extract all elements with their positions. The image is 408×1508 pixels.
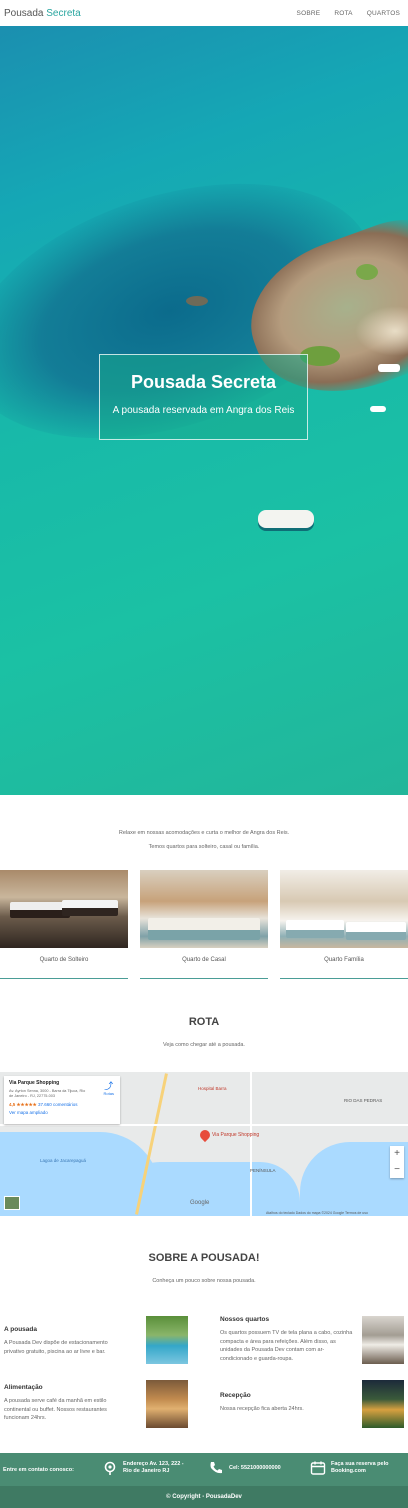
contact-label: Entre em contato conosco: bbox=[3, 1467, 74, 1473]
phone-text: Cel: 5521000000000 bbox=[229, 1464, 281, 1471]
contact-address: Endereço Av. 123, 222 - Rio de Janeiro R… bbox=[102, 1460, 189, 1476]
zoom-in-button[interactable]: + bbox=[390, 1146, 404, 1162]
place-address: Av. Ayrton Senna, 3000 - Barra da Tijuca… bbox=[9, 1089, 86, 1098]
map-attribution: Atalhos do teclado Dados do mapa ©2024 G… bbox=[266, 1211, 368, 1215]
contact-booking[interactable]: Faça sua reserva pelo Booking.com bbox=[310, 1460, 395, 1476]
contact-phone[interactable]: Cel: 5521000000000 bbox=[208, 1460, 281, 1476]
feature-image-reception bbox=[362, 1380, 404, 1428]
main-nav: SOBRE ROTA QUARTOS bbox=[297, 10, 400, 17]
brand-logo[interactable]: Pousada Secreta bbox=[4, 8, 81, 19]
room-card-casal[interactable]: Quarto de Casal bbox=[140, 870, 268, 979]
zoom-out-button[interactable]: − bbox=[390, 1162, 404, 1178]
calendar-icon bbox=[310, 1461, 326, 1475]
rota-title: ROTA bbox=[188, 1016, 220, 1028]
feature-recepcao: Recepção Nossa recepção fica aberta 24hr… bbox=[220, 1392, 344, 1414]
directions-button[interactable]: ⤴ Rotas bbox=[103, 1081, 114, 1097]
top-navbar: Pousada Secreta SOBRE ROTA QUARTOS bbox=[0, 0, 408, 26]
feature-text: A pousada serve café da manhã em estilo … bbox=[4, 1398, 107, 1421]
feature-image-pool bbox=[146, 1316, 188, 1364]
sobre-subtitle: Conheça um pouco sobre nossa pousada. bbox=[152, 1278, 256, 1284]
map-place-card: Via Parque Shopping Av. Ayrton Senna, 30… bbox=[4, 1076, 120, 1124]
hero-subtitle: A pousada reservada em Angra dos Reis bbox=[112, 405, 295, 416]
feature-title: Recepção bbox=[220, 1392, 251, 1399]
room-card-solteiro[interactable]: Quarto de Solteiro bbox=[0, 870, 128, 979]
address-text: Endereço Av. 123, 222 - Rio de Janeiro R… bbox=[123, 1461, 184, 1474]
nav-sobre[interactable]: SOBRE bbox=[297, 10, 321, 17]
hero-boat bbox=[370, 406, 386, 412]
hero-rock bbox=[186, 296, 208, 306]
map-label: Hospital Barra bbox=[198, 1086, 227, 1091]
room-photo bbox=[280, 870, 408, 948]
hero-title: Pousada Secreta bbox=[130, 372, 277, 392]
map-google-logo: Google bbox=[190, 1200, 210, 1206]
room-caption: Quarto de Solteiro bbox=[0, 948, 128, 979]
room-photo bbox=[140, 870, 268, 948]
feature-alimentacao: Alimentação A pousada serve café da manh… bbox=[4, 1384, 128, 1423]
nav-quartos[interactable]: QUARTOS bbox=[367, 10, 400, 17]
nav-rota[interactable]: ROTA bbox=[334, 10, 352, 17]
directions-icon: ⤴ bbox=[104, 1081, 114, 1091]
map-thumbnail[interactable] bbox=[4, 1196, 20, 1210]
copyright-text: © Copyright - PousadaDev bbox=[166, 1494, 242, 1500]
hero-boat bbox=[258, 510, 314, 528]
place-name: Via Parque Shopping bbox=[9, 1080, 60, 1086]
feature-image-food bbox=[146, 1380, 188, 1428]
map-label: Lagoa de Jacarepaguá bbox=[40, 1158, 87, 1163]
map-label: PENÍNSULA bbox=[250, 1168, 276, 1173]
rooms-intro: Relaxe em nossas acomodações e curta o m… bbox=[0, 826, 408, 854]
reviews-link[interactable]: 37.660 comentários bbox=[38, 1102, 78, 1107]
directions-label: Rotas bbox=[103, 1091, 114, 1096]
feature-title: A pousada bbox=[4, 1326, 37, 1333]
map-label: RIO DAS PEDRAS bbox=[344, 1098, 383, 1103]
room-caption: Quarto Família bbox=[280, 948, 408, 979]
feature-text: Nossa recepção fica aberta 24hrs. bbox=[220, 1406, 304, 1412]
rating-value: 4,5 ★★★★★ bbox=[9, 1102, 37, 1107]
brand-second: Secreta bbox=[46, 7, 81, 19]
feature-quartos: Nossos quartos Os quartos possuem TV de … bbox=[220, 1316, 356, 1363]
place-rating: 4,5 ★★★★★ 37.660 comentários bbox=[9, 1102, 115, 1108]
hero-boat bbox=[378, 364, 400, 372]
room-card-familia[interactable]: Quarto Família bbox=[280, 870, 408, 979]
booking-text: Faça sua reserva pelo Booking.com bbox=[331, 1461, 389, 1474]
feature-title: Alimentação bbox=[4, 1384, 43, 1391]
room-caption: Quarto de Casal bbox=[140, 948, 268, 979]
copyright-bar: © Copyright - PousadaDev bbox=[0, 1486, 408, 1508]
feature-title: Nossos quartos bbox=[220, 1316, 270, 1323]
hero-title-box: Pousada Secreta A pousada reservada em A… bbox=[99, 354, 308, 440]
sobre-title: SOBRE A POUSADA! bbox=[148, 1252, 260, 1264]
feature-text: A Pousada Dev dispõe de estacionamento p… bbox=[4, 1340, 108, 1355]
phone-icon bbox=[210, 1462, 222, 1474]
feature-text: Os quartos possuem TV de tela plana a ca… bbox=[220, 1330, 353, 1362]
feature-pousada: A pousada A Pousada Dev dispõe de estaci… bbox=[4, 1326, 128, 1356]
pin-label: Via Parque Shopping bbox=[212, 1132, 260, 1138]
larger-map-link[interactable]: Ver mapa ampliado bbox=[9, 1110, 115, 1115]
map-zoom-controls: + − bbox=[390, 1146, 404, 1178]
hero-vegetation bbox=[356, 264, 378, 280]
rota-subtitle: Veja como chegar até a pousada. bbox=[163, 1042, 245, 1048]
feature-image-room bbox=[362, 1316, 404, 1364]
site-footer: Entre em contato conosco: Endereço Av. 1… bbox=[0, 1453, 408, 1508]
brand-first: Pousada bbox=[4, 7, 44, 19]
intro-line: Relaxe em nossas acomodações e curta o m… bbox=[118, 830, 290, 836]
room-photo bbox=[0, 870, 128, 948]
rooms-gallery: Quarto de Solteiro Quarto de Casal Quart… bbox=[0, 870, 408, 979]
intro-line: Temos quartos para solteiro, casal ou fa… bbox=[148, 844, 260, 850]
hero-banner: Pousada Secreta A pousada reservada em A… bbox=[0, 26, 408, 795]
location-icon bbox=[104, 1461, 116, 1475]
